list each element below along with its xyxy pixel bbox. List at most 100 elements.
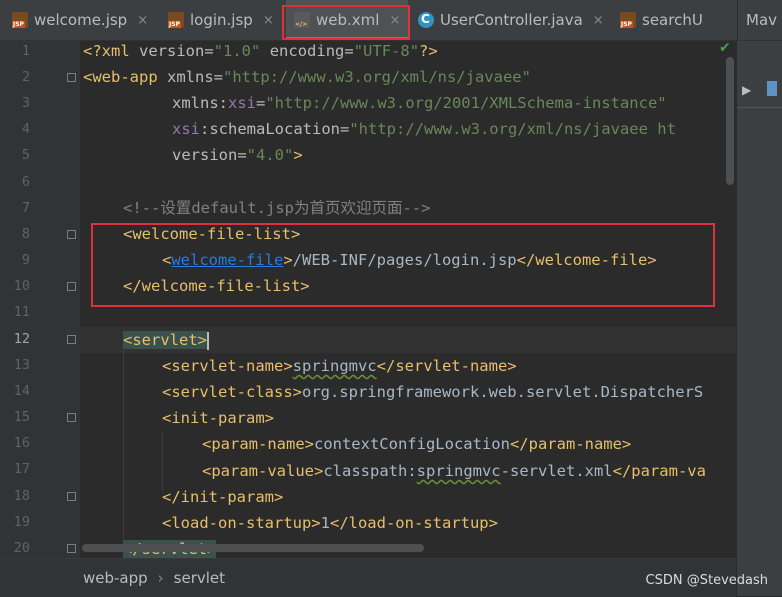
editor-tab-bar: welcome.jsp × login.jsp × web.xml × User… [0, 0, 782, 41]
tag-text: springmvc [416, 462, 501, 480]
line-number: 3 [21, 95, 30, 111]
code-line-14: <servlet-class>org.springframework.web.s… [162, 379, 703, 405]
line-number: 10 [13, 278, 30, 294]
fold-toggle-icon[interactable] [67, 73, 76, 82]
attr-eq: = [213, 68, 224, 86]
no-problems-check-icon[interactable]: ✔ [719, 40, 731, 56]
run-icon[interactable]: ▶ [742, 83, 751, 97]
code-line-16: <param-name>contextConfigLocation</param… [202, 431, 631, 457]
line-number: 19 [13, 514, 30, 530]
horizontal-scrollbar[interactable] [82, 544, 424, 552]
attr-eq: = [256, 94, 266, 112]
tab-label: web.xml [316, 11, 380, 29]
line-number: 17 [13, 461, 30, 477]
attr-eq: = [237, 146, 247, 164]
fold-toggle-icon[interactable] [67, 282, 76, 291]
line-number: 18 [13, 488, 30, 504]
attr-name: xmlns [167, 68, 214, 86]
fold-toggle-icon[interactable] [67, 230, 76, 239]
tab-usercontroller-java[interactable]: UserController.java × [418, 0, 604, 40]
line-number: 8 [21, 226, 30, 242]
breadcrumb: web-app › servlet [0, 558, 736, 597]
attr-eq: = [204, 42, 214, 60]
line-number-gutter: 1 2 3 4 5 6 7 8 9 10 11 12 13 14 15 16 1… [0, 41, 80, 558]
jsp-file-icon [12, 12, 28, 28]
close-icon[interactable]: × [137, 13, 148, 28]
tab-web-xml[interactable]: web.xml × [286, 0, 409, 40]
attr-name: version [139, 42, 205, 60]
tab-searchu[interactable]: searchU [620, 0, 703, 40]
tag-close: </param-name> [509, 435, 632, 453]
attr-eq: = [339, 120, 350, 138]
tag-open: <param-name> [202, 435, 314, 453]
maven-module-icon[interactable] [767, 81, 777, 96]
close-icon[interactable]: × [263, 13, 274, 28]
tag-bracket: < [162, 251, 172, 269]
xml-file-icon [294, 12, 310, 28]
close-icon[interactable]: × [389, 13, 400, 28]
code-line-19: <load-on-startup>1</load-on-startup> [162, 510, 498, 536]
tag-close: </param-va [612, 462, 706, 480]
code-line-4: xsi:schemaLocation="http://www.w3.org/xm… [172, 116, 676, 142]
fold-toggle-icon[interactable] [67, 335, 76, 344]
line-number-current: 12 [13, 331, 30, 347]
tab-label: Mav [746, 11, 778, 29]
code-line-13: <servlet-name>springmvc</servlet-name> [162, 353, 517, 379]
line-number: 4 [21, 121, 30, 137]
tag-open: <welcome-file-list> [123, 225, 301, 243]
tag-text: springmvc [292, 357, 377, 375]
code-line-15: <init-param> [162, 405, 274, 431]
xml-declaration: <?xml [83, 42, 130, 60]
fold-toggle-icon[interactable] [67, 544, 76, 553]
line-number: 1 [21, 43, 30, 59]
breadcrumb-item-servlet[interactable]: servlet [174, 569, 225, 587]
watermark: CSDN @Stevedash [645, 573, 768, 588]
attr-name: xmlns: [172, 94, 228, 112]
vertical-scrollbar[interactable] [726, 57, 734, 185]
tag-close: </load-on-startup> [329, 514, 498, 532]
tag-close: </welcome-file-list> [123, 277, 310, 295]
tag-open: <param-value> [202, 462, 324, 480]
namespace: xsi [172, 120, 200, 138]
tag-text: org.springframework.web.servlet.Dispatch… [301, 383, 704, 401]
tag-open: <servlet-class> [162, 383, 302, 401]
code-editor[interactable]: <?xml version="1.0" encoding="UTF-8"?> <… [80, 41, 736, 558]
tab-label: searchU [642, 11, 703, 29]
indent-guide [162, 431, 163, 491]
attr-value: "4.0" [246, 146, 294, 164]
tag-name-link[interactable]: welcome-file [171, 251, 283, 269]
line-number: 15 [13, 409, 30, 425]
code-line-10: </welcome-file-list> [123, 273, 310, 299]
jsp-file-icon [168, 12, 184, 28]
tab-login-jsp[interactable]: login.jsp × [168, 0, 274, 40]
attr-name: encoding [269, 42, 345, 60]
tab-label: UserController.java [440, 11, 583, 29]
code-line-18: </init-param> [162, 484, 283, 510]
code-line-7: <!--设置default.jsp为首页欢迎页面--> [123, 195, 430, 221]
attr-value: "http://www.w3.org/xml/ns/javaee ht [349, 120, 676, 138]
line-number: 5 [21, 147, 30, 163]
tag-text: 1 [320, 514, 330, 532]
fold-toggle-icon[interactable] [67, 413, 76, 422]
maven-tool-panel: ▶ [736, 41, 782, 596]
namespace: xsi [228, 94, 256, 112]
tag-open-matched: <servlet> [123, 331, 207, 349]
tag-open: <web-app [83, 68, 158, 86]
close-icon[interactable]: × [593, 13, 604, 28]
tab-maven[interactable]: Mav [737, 0, 777, 40]
java-class-icon [418, 12, 434, 28]
breadcrumb-item-web-app[interactable]: web-app [83, 569, 148, 587]
code-line-12: <servlet> [123, 327, 209, 353]
panel-divider [737, 107, 782, 108]
code-line-9: <welcome-file>/WEB-INF/pages/login.jsp</… [162, 247, 657, 273]
attr-value: "1.0" [213, 42, 261, 60]
line-number: 16 [13, 435, 30, 451]
tag-close: </welcome-file> [516, 251, 657, 269]
code-line-8: <welcome-file-list> [123, 221, 300, 247]
code-line-1: <?xml version="1.0" encoding="UTF-8"?> [83, 41, 438, 64]
attr-eq: = [344, 42, 354, 60]
tag-end: > [293, 146, 303, 164]
tag-text: contextConfigLocation [313, 435, 510, 453]
tab-welcome-jsp[interactable]: welcome.jsp × [12, 0, 148, 40]
fold-toggle-icon[interactable] [67, 492, 76, 501]
